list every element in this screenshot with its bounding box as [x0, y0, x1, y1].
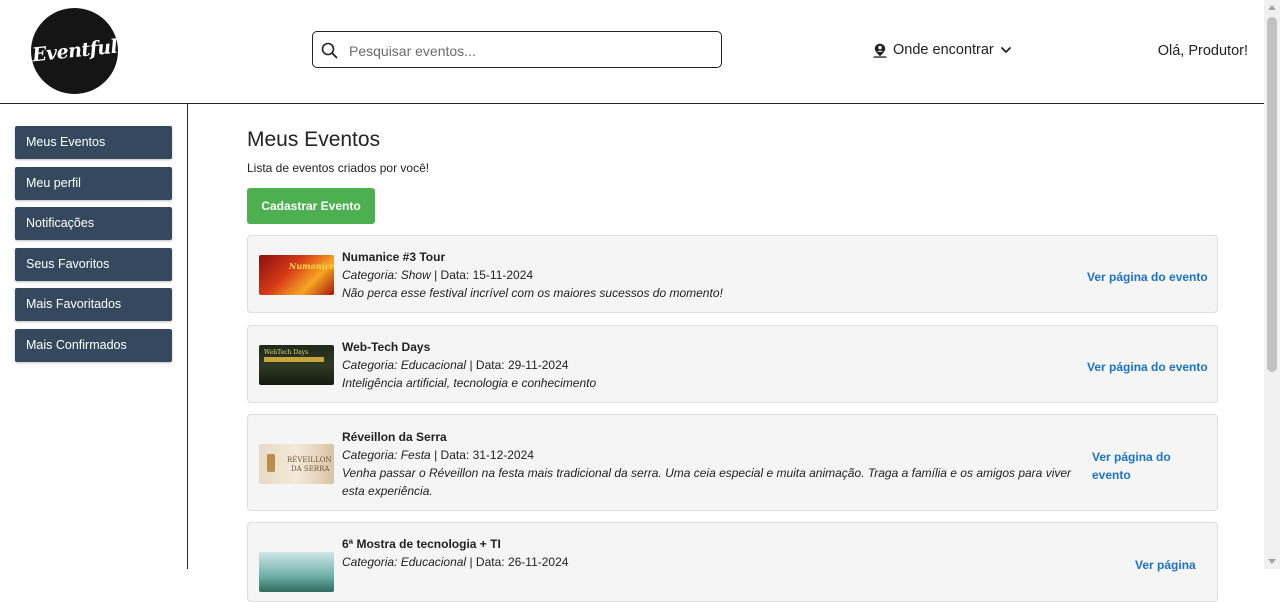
logo-text: Eventful: [30, 35, 119, 67]
category-label: Categoria:: [342, 358, 398, 372]
event-date: 15-11-2024: [472, 268, 534, 282]
scroll-up-arrow-icon[interactable]: [1268, 5, 1276, 10]
event-thumbnail[interactable]: Numanice: [259, 255, 334, 295]
user-greeting[interactable]: Olá, Produtor!: [1158, 43, 1248, 59]
view-event-link[interactable]: Ver página do evento: [1087, 358, 1208, 376]
event-card: 6ª Mostra de tecnologia + TI Categoria: …: [247, 522, 1218, 602]
event-title: 6ª Mostra de tecnologia + TI: [342, 537, 501, 551]
event-title: Réveillon da Serra: [342, 430, 447, 444]
view-event-link[interactable]: Ver página: [1135, 556, 1196, 574]
sidebar-item-notificacoes[interactable]: Notificações: [15, 207, 172, 240]
event-description: Inteligência artificial, tecnologia e co…: [342, 376, 597, 390]
category-label: Categoria:: [342, 268, 398, 282]
scrollbar-thumb[interactable]: [1267, 17, 1277, 372]
view-event-link[interactable]: Ver página do evento: [1092, 448, 1202, 484]
sidebar-item-meus-eventos[interactable]: Meus Eventos: [15, 126, 172, 159]
event-date: 26-11-2024: [507, 555, 569, 569]
event-thumbnail[interactable]: RÉVEILLON DA SERRA: [259, 444, 334, 484]
sidebar: Meus Eventos Meu perfil Notificações Seu…: [0, 104, 188, 569]
add-event-button[interactable]: Cadastrar Evento: [247, 188, 375, 224]
location-label: Onde encontrar: [893, 42, 994, 58]
event-category: Show: [400, 268, 431, 282]
event-category: Festa: [400, 448, 431, 462]
search-bar[interactable]: [312, 31, 722, 68]
event-date: 31-12-2024: [472, 448, 534, 462]
date-label: Data:: [440, 448, 470, 462]
search-icon: [321, 42, 338, 59]
header: Eventful Onde encontrar Olá, Produtor!: [0, 0, 1264, 104]
event-meta: Categoria: Festa | Data: 31-12-2024: [342, 448, 534, 462]
event-category: Educacional: [400, 358, 467, 372]
event-thumbnail[interactable]: WebTech Days: [259, 345, 334, 385]
event-title: Numanice #3 Tour: [342, 250, 446, 264]
page-title: Meus Eventos: [247, 128, 381, 151]
event-card: WebTech Days Web-Tech Days Categoria: Ed…: [247, 325, 1218, 403]
eventful-logo[interactable]: Eventful: [31, 8, 118, 94]
event-description: Não perca esse festival incrível com os …: [342, 286, 723, 300]
event-category: Educacional: [400, 555, 467, 569]
event-thumbnail[interactable]: [259, 552, 334, 592]
sidebar-item-mais-confirmados[interactable]: Mais Confirmados: [15, 329, 172, 362]
event-card: Numanice Numanice #3 Tour Categoria: Sho…: [247, 235, 1218, 313]
date-label: Data:: [475, 358, 505, 372]
scroll-down-arrow-icon[interactable]: [1268, 559, 1276, 564]
event-date: 29-11-2024: [507, 358, 569, 372]
date-label: Data:: [440, 268, 470, 282]
map-pin-user-icon: [873, 43, 887, 58]
scrollbar[interactable]: [1264, 0, 1280, 569]
event-meta: Categoria: Educacional | Data: 26-11-202…: [342, 555, 569, 569]
sidebar-item-meu-perfil[interactable]: Meu perfil: [15, 167, 172, 200]
event-description: Venha passar o Réveillon na festa mais t…: [342, 466, 1072, 498]
sidebar-item-seus-favoritos[interactable]: Seus Favoritos: [15, 248, 172, 281]
category-label: Categoria:: [342, 555, 398, 569]
location-dropdown[interactable]: Onde encontrar: [873, 42, 1012, 58]
search-input[interactable]: [347, 33, 711, 68]
view-event-link[interactable]: Ver página do evento: [1087, 268, 1208, 286]
date-label: Data:: [475, 555, 505, 569]
event-meta: Categoria: Educacional | Data: 29-11-202…: [342, 358, 569, 372]
event-title: Web-Tech Days: [342, 340, 431, 354]
chevron-down-icon: [1000, 47, 1011, 53]
event-meta: Categoria: Show | Data: 15-11-2024: [342, 268, 534, 282]
sidebar-item-mais-favoritados[interactable]: Mais Favoritados: [15, 288, 172, 321]
category-label: Categoria:: [342, 448, 398, 462]
page-subtitle: Lista de eventos criados por você!: [247, 161, 430, 175]
event-card: RÉVEILLON DA SERRA Réveillon da Serra Ca…: [247, 414, 1218, 511]
